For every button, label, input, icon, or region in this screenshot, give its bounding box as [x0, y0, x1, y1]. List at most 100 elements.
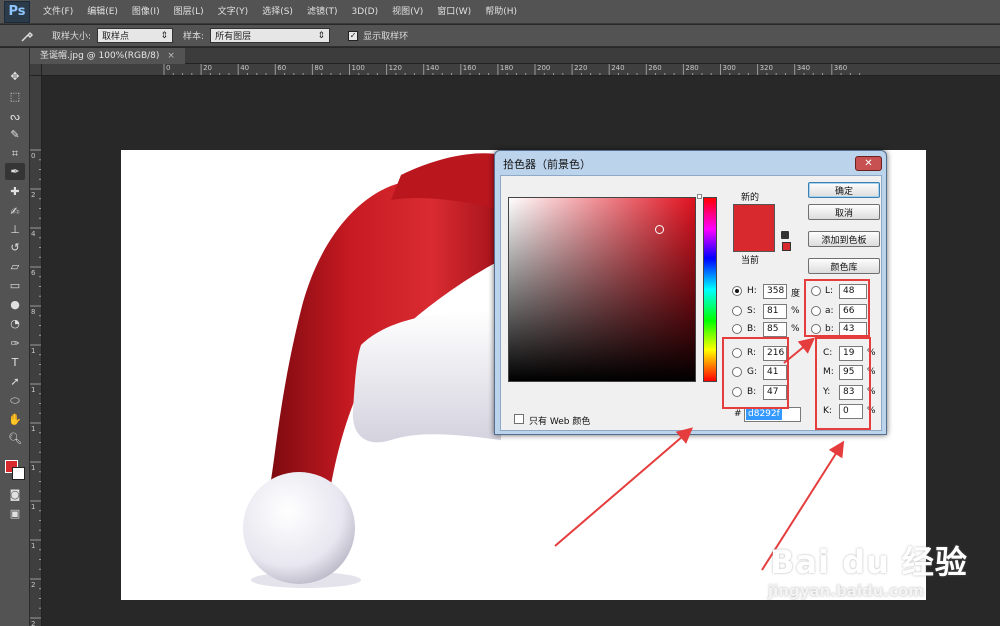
eraser-tool-icon[interactable]: ▱ — [5, 258, 25, 275]
show-ring-label: 显示取样环 — [363, 32, 409, 42]
b-label: B: — [747, 324, 757, 334]
sample-size-dropdown[interactable]: 取样点 ⇕ — [97, 28, 174, 43]
ruler-top-label: 340 — [796, 64, 811, 72]
blue-field[interactable]: 47 — [763, 385, 787, 400]
zoom-tool-icon[interactable]: 🔍︎ — [5, 430, 25, 447]
menu-image[interactable]: 图像(I) — [125, 0, 167, 24]
hex-field[interactable]: d8292f — [744, 407, 801, 422]
b-unit: % — [791, 324, 800, 334]
lasso-tool-icon[interactable]: ᔓ — [5, 108, 25, 125]
ruler-top-label: 80 — [314, 64, 324, 72]
y-field[interactable]: 83 — [839, 385, 863, 400]
quick-select-tool-icon[interactable]: ✎ — [5, 126, 25, 143]
m-field[interactable]: 95 — [839, 365, 863, 380]
quick-mask-icon[interactable]: ◙ — [5, 486, 25, 503]
radio-h[interactable] — [732, 286, 742, 296]
chevron-down-icon: ⇕ — [160, 30, 169, 41]
menu-layer[interactable]: 图层(L) — [167, 0, 211, 24]
out-of-gamut-swatch[interactable] — [782, 242, 791, 251]
radio-lab-b[interactable] — [811, 324, 821, 334]
h-field[interactable]: 358 — [763, 284, 787, 299]
cancel-button[interactable]: 取消 — [808, 204, 880, 220]
menu-file[interactable]: 文件(F) — [36, 0, 80, 24]
sample-dropdown[interactable]: 所有图层 ⇕ — [210, 28, 331, 43]
ruler-top-label: 360 — [833, 64, 848, 72]
web-colors-checkbox[interactable] — [514, 414, 524, 424]
ruler-left-label: 6 — [31, 269, 36, 277]
gradient-tool-icon[interactable]: ▭ — [5, 277, 25, 294]
radio-g[interactable] — [732, 367, 742, 377]
radio-a[interactable] — [811, 306, 821, 316]
radio-blue[interactable] — [732, 387, 742, 397]
menu-edit[interactable]: 编辑(E) — [80, 0, 125, 24]
eyedropper-tool-icon[interactable]: ✒ — [5, 163, 25, 180]
shape-tool-icon[interactable]: ⬭ — [5, 392, 25, 409]
menu-filter[interactable]: 滤镜(T) — [300, 0, 345, 24]
show-ring-checkbox[interactable]: ✓ — [348, 30, 359, 41]
l-field[interactable]: 48 — [839, 284, 867, 299]
stamp-tool-icon[interactable]: ⊥ — [5, 221, 25, 238]
ruler-left-label: 1 — [31, 542, 36, 550]
c-field[interactable]: 19 — [839, 346, 863, 361]
ruler-top-label: 160 — [462, 64, 477, 72]
eyedropper-icon[interactable] — [12, 27, 42, 45]
menu-view[interactable]: 视图(V) — [385, 0, 430, 24]
crop-tool-icon[interactable]: ⌗ — [5, 145, 25, 162]
3d-cube-icon[interactable] — [781, 231, 789, 239]
move-tool-icon[interactable]: ✥ — [5, 68, 25, 85]
document-tab-bar: 圣诞帽.jpg @ 100%(RGB/8) × — [30, 48, 1000, 64]
watermark-url: jingyan.baidu.com — [768, 582, 924, 600]
document-tab[interactable]: 圣诞帽.jpg @ 100%(RGB/8) × — [30, 48, 185, 64]
l-label: L: — [825, 286, 834, 296]
k-unit: % — [867, 406, 876, 416]
sample-size-value: 取样点 — [102, 32, 130, 42]
screen-mode-icon[interactable]: ▣ — [5, 505, 25, 522]
type-tool-icon[interactable]: T — [5, 354, 25, 371]
hue-slider[interactable] — [703, 197, 717, 382]
blur-tool-icon[interactable]: ● — [5, 296, 25, 313]
path-select-icon[interactable]: ➚ — [5, 373, 25, 390]
pen-tool-icon[interactable]: ✑ — [5, 335, 25, 352]
chevron-down-icon: ⇕ — [317, 30, 326, 41]
history-brush-icon[interactable]: ↺ — [5, 239, 25, 256]
g-label: G: — [747, 367, 758, 377]
s-field[interactable]: 81 — [763, 304, 787, 319]
menu-type[interactable]: 文字(Y) — [211, 0, 256, 24]
radio-s[interactable] — [732, 306, 742, 316]
brush-tool-icon[interactable]: ✍ — [5, 203, 25, 220]
y-unit: % — [867, 387, 876, 397]
r-field[interactable]: 216 — [763, 346, 787, 361]
close-icon[interactable]: ✕ — [855, 156, 882, 171]
radio-r[interactable] — [732, 348, 742, 358]
background-color-swatch[interactable] — [12, 467, 25, 480]
hand-tool-icon[interactable]: ✋ — [5, 411, 25, 428]
c-label: C: — [823, 348, 833, 358]
k-field[interactable]: 0 — [839, 404, 863, 419]
color-libraries-button[interactable]: 颜色库 — [808, 258, 880, 274]
close-icon[interactable]: × — [167, 51, 175, 61]
menu-select[interactable]: 选择(S) — [255, 0, 300, 24]
menu-3d[interactable]: 3D(D) — [344, 0, 385, 24]
g-field[interactable]: 41 — [763, 365, 787, 380]
ruler-top-label: 240 — [611, 64, 625, 72]
menu-window[interactable]: 窗口(W) — [430, 0, 478, 24]
a-field[interactable]: 66 — [839, 304, 867, 319]
radio-l[interactable] — [811, 286, 821, 296]
hex-label: # — [734, 409, 742, 419]
saturation-brightness-field[interactable] — [508, 197, 696, 382]
menu-help[interactable]: 帮助(H) — [478, 0, 524, 24]
hue-slider-handle[interactable] — [697, 194, 702, 199]
add-to-swatches-button[interactable]: 添加到色板 — [808, 231, 880, 247]
healing-brush-icon[interactable]: ✚ — [5, 183, 25, 200]
ruler-corner — [30, 64, 42, 76]
lab-b-field[interactable]: 43 — [839, 322, 867, 337]
ok-button[interactable]: 确定 — [808, 182, 880, 198]
y-label: Y: — [823, 387, 831, 397]
m-unit: % — [867, 367, 876, 377]
radio-b[interactable] — [732, 324, 742, 334]
ruler-left-label: 0 — [31, 152, 36, 160]
color-selector-ring[interactable] — [655, 225, 664, 234]
marquee-tool-icon[interactable]: ⬚ — [5, 88, 25, 105]
dodge-tool-icon[interactable]: ◔ — [5, 315, 25, 332]
b-field[interactable]: 85 — [763, 322, 787, 337]
